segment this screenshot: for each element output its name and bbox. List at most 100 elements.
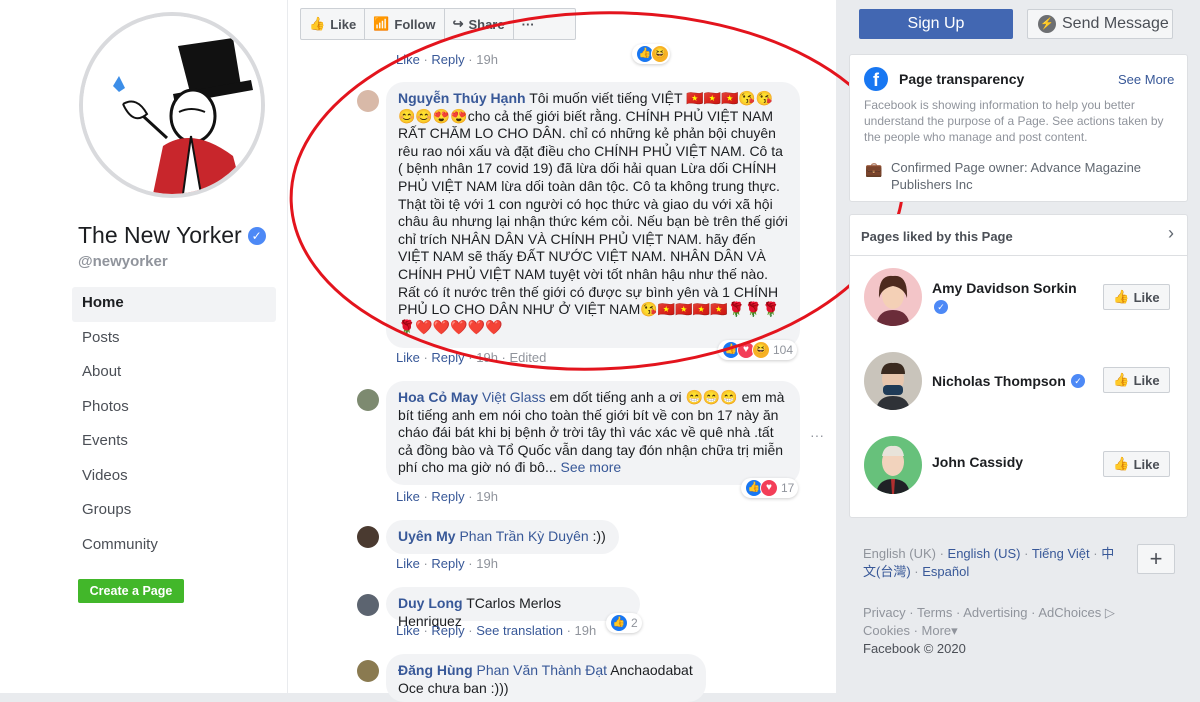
like-nicholas-button[interactable]: 👍 Like (1103, 367, 1170, 393)
comment-time[interactable]: 19h (476, 350, 498, 365)
verified-badge-icon: ✓ (934, 300, 948, 314)
pages-liked-title: Pages liked by this Page (861, 229, 1013, 244)
current-language: English (UK) (863, 546, 936, 561)
john-cassidy-name[interactable]: John Cassidy (932, 454, 1023, 470)
page-nav: Home Posts About Photos Events Videos Gr… (72, 287, 276, 563)
footer-privacy[interactable]: Privacy (863, 605, 906, 620)
verified-badge-icon: ✓ (247, 226, 266, 245)
follow-button[interactable]: 📶 Follow (365, 9, 445, 39)
create-page-button[interactable]: Create a Page (78, 579, 184, 603)
comment-like-link[interactable]: Like (396, 623, 420, 638)
comment-mention[interactable]: Phan Trần Kỳ Duyên (459, 528, 588, 544)
commenter-avatar[interactable] (357, 90, 379, 112)
sign-up-button[interactable]: Sign Up (859, 9, 1013, 39)
haha-reaction-icon: 😆 (752, 341, 770, 359)
nav-item-about[interactable]: About (72, 356, 276, 391)
nicholas-thompson-avatar[interactable] (864, 352, 922, 410)
see-translation-link[interactable]: See translation (476, 623, 563, 638)
eustace-tilley-logo (83, 16, 261, 194)
comment-text: Tôi muốn viết tiếng VIỆT 🇻🇳🇻🇳🇻🇳😘😘😊😊😍😍cho… (398, 90, 788, 335)
comment-text: :)) (592, 528, 606, 544)
footer-adchoices[interactable]: AdChoices (1038, 605, 1101, 620)
verified-badge-icon: ✓ (1071, 374, 1085, 388)
nav-item-home[interactable]: Home (72, 287, 276, 322)
nav-item-events[interactable]: Events (72, 425, 276, 460)
more-options-button[interactable]: ··· (514, 9, 543, 39)
comment-reactions[interactable]: 👍 ♥ 😆 104 (718, 340, 798, 360)
nicholas-thompson-name[interactable]: Nicholas Thompson (932, 373, 1066, 389)
comment-reactions[interactable]: 👍 2 (606, 613, 642, 633)
share-icon: ↪ (452, 16, 464, 31)
comment-author[interactable]: Uyên My (398, 528, 456, 544)
comment-reactions[interactable]: 👍 ♥ 17 (741, 478, 799, 498)
nav-item-posts[interactable]: Posts (72, 322, 276, 357)
reaction-count: 104 (773, 343, 794, 357)
transparency-see-more[interactable]: See More (1118, 72, 1174, 87)
pages-liked-card: Pages liked by this Page › Amy Davidson … (849, 214, 1188, 518)
comment-author[interactable]: Duy Long (398, 595, 463, 611)
commenter-avatar[interactable] (357, 389, 379, 411)
comment-bubble: Nguyễn Thúy Hạnh Tôi muốn viết tiếng VIỆ… (386, 82, 800, 348)
prev-comment-meta: Like · Reply · 19h (396, 52, 498, 67)
commenter-avatar[interactable] (357, 660, 379, 682)
like-amy-button[interactable]: 👍 Like (1103, 284, 1170, 310)
follow-icon: 📶 (373, 16, 390, 31)
nav-item-community[interactable]: Community (72, 529, 276, 564)
chevron-right-icon[interactable]: › (1168, 223, 1174, 244)
thumbs-up-icon: 👍 (1113, 289, 1130, 304)
comment-edited[interactable]: Edited (510, 350, 547, 365)
see-more-link[interactable]: See more (561, 459, 622, 475)
amy-davidson-sorkin-name[interactable]: Amy Davidson Sorkin (932, 280, 1077, 296)
comment-mention[interactable]: Phan Văn Thành Đạt (477, 662, 608, 678)
nav-item-groups[interactable]: Groups (72, 494, 276, 529)
prev-time[interactable]: 19h (476, 52, 498, 67)
comment-meta: Like · Reply · 19h (396, 556, 498, 571)
transparency-title: Page transparency (899, 71, 1025, 87)
comment-author[interactable]: Nguyễn Thúy Hạnh (398, 90, 526, 106)
comment-reply-link[interactable]: Reply (431, 623, 464, 638)
comment-reply-link[interactable]: Reply (431, 556, 464, 571)
reaction-count: 17 (781, 481, 795, 495)
prev-like-link[interactable]: Like (396, 52, 420, 67)
facebook-icon: f (864, 67, 888, 91)
share-button[interactable]: ↪ Share (445, 9, 514, 39)
comment-like-link[interactable]: Like (396, 556, 420, 571)
page-transparency-card: f Page transparency See More Facebook is… (849, 54, 1188, 202)
add-language-button[interactable]: + (1137, 544, 1175, 574)
like-page-button[interactable]: 👍 Like (301, 9, 366, 39)
comment-reply-link[interactable]: Reply (431, 350, 464, 365)
comment-reply-link[interactable]: Reply (431, 489, 464, 504)
commenter-avatar[interactable] (357, 526, 379, 548)
comment-mention[interactable]: Việt Glass (482, 389, 546, 405)
footer-more[interactable]: More (922, 623, 952, 638)
comment-time[interactable]: 19h (575, 623, 597, 638)
commenter-avatar[interactable] (357, 594, 379, 616)
amy-davidson-sorkin-avatar[interactable] (864, 268, 922, 326)
like-john-button[interactable]: 👍 Like (1103, 451, 1170, 477)
briefcase-icon: 💼 (865, 161, 883, 177)
comment-author[interactable]: Đăng Hùng (398, 662, 473, 678)
send-message-button[interactable]: ⚡ Send Message (1027, 9, 1173, 39)
john-cassidy-avatar[interactable] (864, 436, 922, 494)
footer-advertising[interactable]: Advertising (963, 605, 1027, 620)
prev-reactions[interactable]: 👍 😆 (632, 44, 670, 64)
page-handle: @newyorker (78, 253, 168, 270)
comment-time[interactable]: 19h (476, 556, 498, 571)
nav-item-photos[interactable]: Photos (72, 391, 276, 426)
page-action-bar: 👍 Like 📶 Follow ↪ Share ··· (300, 8, 576, 40)
comment-author[interactable]: Hoa Cỏ May (398, 389, 478, 405)
language-en-us[interactable]: English (US) (948, 546, 1021, 561)
like-page-label: Like (330, 16, 357, 32)
nav-item-videos[interactable]: Videos (72, 460, 276, 495)
language-es[interactable]: Español (922, 564, 969, 579)
prev-reply-link[interactable]: Reply (431, 52, 464, 67)
comment-like-link[interactable]: Like (396, 489, 420, 504)
page-avatar[interactable] (79, 12, 265, 198)
thumbs-up-icon: 👍 (1113, 372, 1130, 387)
footer-terms[interactable]: Terms (917, 605, 952, 620)
comment-like-link[interactable]: Like (396, 350, 420, 365)
comment-options-icon[interactable]: ··· (810, 427, 824, 443)
comment-time[interactable]: 19h (476, 489, 498, 504)
footer-cookies[interactable]: Cookies (863, 623, 910, 638)
language-vi[interactable]: Tiếng Việt (1032, 546, 1090, 561)
